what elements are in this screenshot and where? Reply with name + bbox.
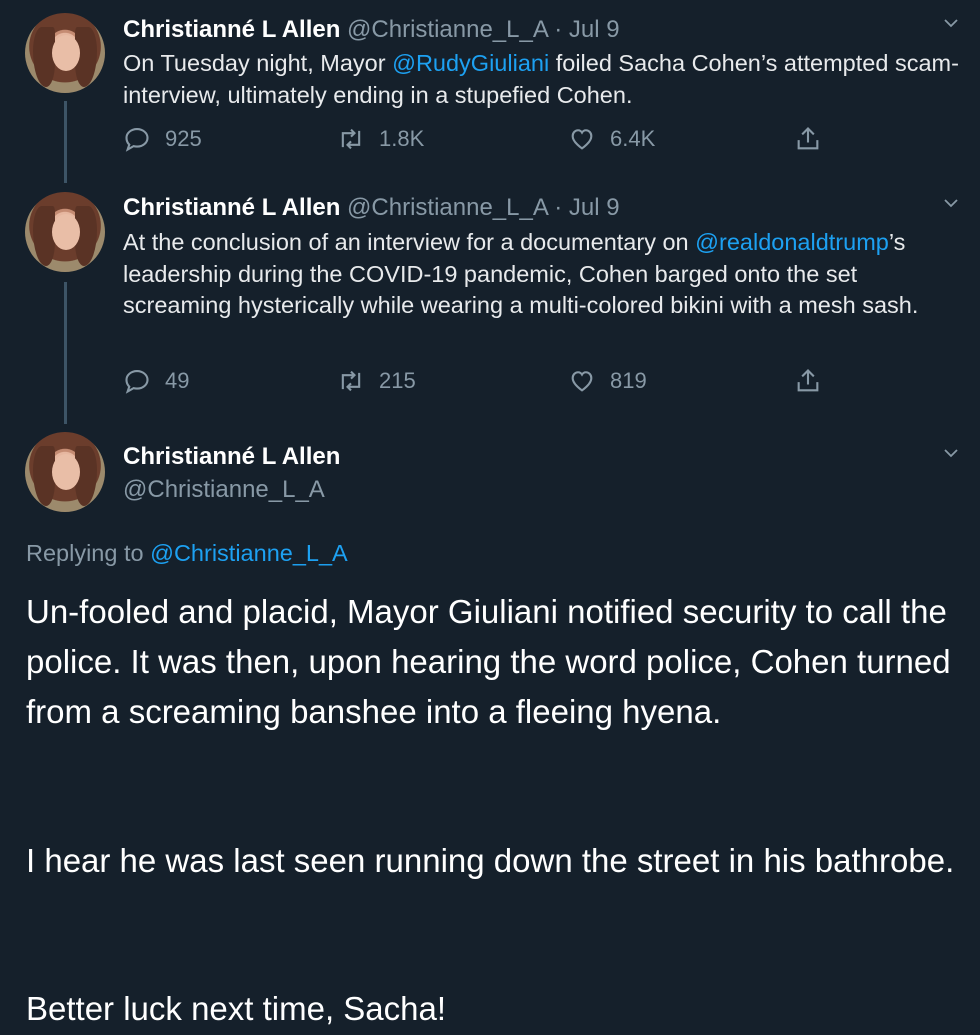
tweet-date[interactable]: Jul 9 bbox=[569, 194, 620, 221]
retweet-icon bbox=[341, 128, 361, 150]
share-button[interactable] bbox=[794, 125, 822, 153]
share-button[interactable] bbox=[794, 367, 822, 395]
tweet-paragraph-3: Better luck next time, Sacha! bbox=[26, 990, 447, 1027]
tweet-actions: 49 215 819 bbox=[123, 367, 843, 401]
retweet-count: 215 bbox=[379, 368, 416, 393]
tweet-date[interactable]: Jul 9 bbox=[569, 16, 620, 43]
avatar[interactable] bbox=[25, 13, 105, 93]
author-name[interactable]: Christianné L Allen bbox=[123, 443, 340, 470]
thread-line-1 bbox=[64, 101, 67, 183]
author-name[interactable]: Christianné L Allen bbox=[123, 194, 340, 221]
mention-link[interactable]: @RudyGiuliani bbox=[392, 50, 549, 76]
reply-icon bbox=[125, 128, 149, 152]
author-handle-row: @Christianne_L_A bbox=[123, 476, 325, 504]
retweet-icon bbox=[341, 370, 361, 392]
replying-to: Replying to @Christianne_L_A bbox=[26, 540, 348, 566]
reply-button[interactable]: 925 bbox=[123, 125, 202, 153]
separator: · bbox=[554, 194, 563, 221]
author-name-row: Christianné L Allen bbox=[123, 443, 340, 471]
chevron-down-icon[interactable] bbox=[944, 16, 958, 30]
retweet-button[interactable]: 1.8K bbox=[337, 125, 424, 153]
avatar[interactable] bbox=[25, 192, 105, 272]
like-count: 819 bbox=[610, 368, 647, 393]
retweet-count: 1.8K bbox=[379, 126, 425, 151]
tweet-paragraph-2: I hear he was last seen running down the… bbox=[26, 842, 955, 879]
tweet-actions: 925 1.8K 6.4K bbox=[123, 125, 843, 159]
retweet-button[interactable]: 215 bbox=[337, 367, 416, 395]
reply-count: 49 bbox=[165, 368, 190, 393]
chevron-down-icon[interactable] bbox=[944, 196, 958, 210]
heart-icon bbox=[571, 129, 593, 150]
separator: · bbox=[554, 16, 563, 43]
share-icon bbox=[797, 127, 819, 150]
reply-icon bbox=[125, 370, 149, 394]
author-handle[interactable]: @Christianne_L_A bbox=[347, 194, 547, 221]
author-name[interactable]: Christianné L Allen bbox=[123, 16, 340, 43]
tweet-header: Christianné L Allen @Christianne_L_A · J… bbox=[123, 16, 620, 44]
replying-to-link[interactable]: @Christianne_L_A bbox=[150, 540, 348, 566]
like-count: 6.4K bbox=[610, 126, 656, 151]
mention-link[interactable]: @realdonaldtrump bbox=[695, 229, 889, 255]
chevron-down-icon[interactable] bbox=[944, 446, 958, 460]
like-button[interactable]: 6.4K bbox=[568, 125, 655, 153]
tweet-paragraph-1: Un-fooled and placid, Mayor Giuliani not… bbox=[26, 593, 951, 730]
tweet-text: At the conclusion of an interview for a … bbox=[123, 229, 919, 318]
heart-icon bbox=[571, 371, 593, 392]
tweet-header: Christianné L Allen @Christianne_L_A · J… bbox=[123, 194, 620, 222]
like-button[interactable]: 819 bbox=[568, 367, 647, 395]
tweet-text: On Tuesday night, Mayor @RudyGiuliani fo… bbox=[123, 50, 959, 108]
thread-line-2 bbox=[64, 282, 67, 424]
avatar[interactable] bbox=[25, 432, 105, 512]
author-handle[interactable]: @Christianne_L_A bbox=[123, 476, 325, 503]
reply-button[interactable]: 49 bbox=[123, 367, 189, 395]
share-icon bbox=[797, 369, 819, 392]
author-handle[interactable]: @Christianne_L_A bbox=[347, 16, 547, 43]
reply-count: 925 bbox=[165, 126, 202, 151]
